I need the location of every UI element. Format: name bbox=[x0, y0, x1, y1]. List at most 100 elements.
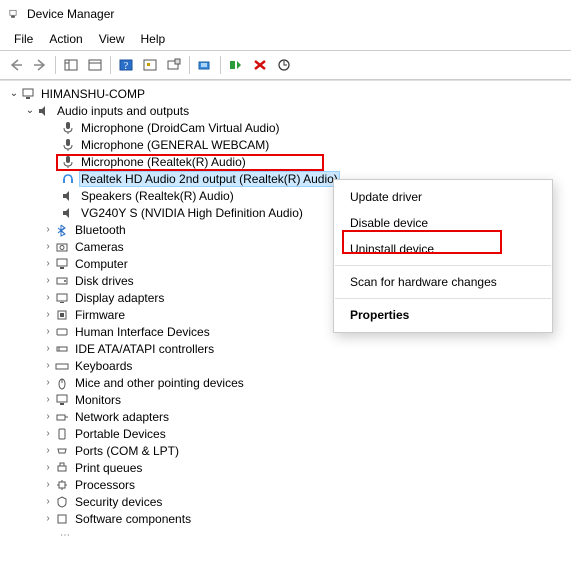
expand-arrow-icon[interactable]: › bbox=[42, 241, 54, 252]
category-icon bbox=[54, 307, 70, 323]
button-7[interactable] bbox=[162, 54, 186, 76]
expand-arrow-icon[interactable]: › bbox=[42, 513, 54, 524]
node-label: VG240Y S (NVIDIA High Definition Audio) bbox=[79, 205, 305, 221]
context-uninstall-device[interactable]: Uninstall device bbox=[334, 236, 552, 262]
node-label: Portable Devices bbox=[73, 426, 168, 442]
tree-item-audio-0[interactable]: Microphone (DroidCam Virtual Audio) bbox=[2, 119, 569, 136]
category-icon bbox=[54, 290, 70, 306]
menu-file[interactable]: File bbox=[6, 30, 41, 48]
node-label: Computer bbox=[73, 256, 130, 272]
window-title: Device Manager bbox=[27, 7, 114, 21]
category-icon bbox=[54, 273, 70, 289]
expand-arrow-icon[interactable]: › bbox=[42, 445, 54, 456]
microphone-icon bbox=[60, 137, 76, 153]
node-label: Speakers (Realtek(R) Audio) bbox=[79, 188, 236, 204]
tree-item-audio-2[interactable]: Microphone (Realtek(R) Audio) bbox=[2, 153, 569, 170]
expand-arrow-icon[interactable]: ⌄ bbox=[24, 105, 36, 116]
tree-category-ide-ata-atapi-controllers[interactable]: › IDE ATA/ATAPI controllers bbox=[2, 340, 569, 357]
category-icon bbox=[54, 494, 70, 510]
tree-item-audio-1[interactable]: Microphone (GENERAL WEBCAM) bbox=[2, 136, 569, 153]
context-scan-hardware[interactable]: Scan for hardware changes bbox=[334, 269, 552, 295]
expand-arrow-icon[interactable]: › bbox=[42, 360, 54, 371]
expand-arrow-icon[interactable]: › bbox=[42, 224, 54, 235]
enable-device-button[interactable] bbox=[224, 54, 248, 76]
context-properties[interactable]: Properties bbox=[334, 302, 552, 328]
node-label: Audio inputs and outputs bbox=[55, 103, 191, 119]
button-6[interactable] bbox=[138, 54, 162, 76]
node-label: Realtek HD Audio 2nd output (Realtek(R) … bbox=[79, 171, 340, 187]
category-icon bbox=[54, 477, 70, 493]
node-label: Monitors bbox=[73, 392, 123, 408]
category-icon bbox=[54, 392, 70, 408]
node-label: Disk drives bbox=[73, 273, 136, 289]
menu-view[interactable]: View bbox=[91, 30, 133, 48]
expand-arrow-icon[interactable]: › bbox=[42, 326, 54, 337]
context-menu: Update driver Disable device Uninstall d… bbox=[333, 179, 553, 333]
node-label: Software components bbox=[73, 511, 193, 527]
expand-arrow-icon[interactable]: › bbox=[42, 496, 54, 507]
menubar: File Action View Help bbox=[0, 28, 571, 50]
properties-button[interactable] bbox=[83, 54, 107, 76]
menu-help[interactable]: Help bbox=[133, 30, 174, 48]
tree-category-ports-com-lpt-[interactable]: › Ports (COM & LPT) bbox=[2, 442, 569, 459]
node-label: Network adapters bbox=[73, 409, 171, 425]
headphone-icon bbox=[60, 171, 76, 187]
tree-category-monitors[interactable]: › Monitors bbox=[2, 391, 569, 408]
tree-category-keyboards[interactable]: ›Keyboards bbox=[2, 357, 569, 374]
menu-separator bbox=[335, 265, 551, 266]
computer-icon bbox=[20, 86, 36, 102]
expand-arrow-icon[interactable]: › bbox=[42, 411, 54, 422]
node-label: Security devices bbox=[73, 494, 164, 510]
category-icon bbox=[54, 409, 70, 425]
tree-category-network-adapters[interactable]: › Network adapters bbox=[2, 408, 569, 425]
expand-arrow-icon[interactable]: › bbox=[42, 258, 54, 269]
node-label: Cameras bbox=[73, 239, 126, 255]
expand-arrow-icon[interactable]: › bbox=[42, 309, 54, 320]
node-label: Processors bbox=[73, 477, 137, 493]
node-label: IDE ATA/ATAPI controllers bbox=[73, 341, 216, 357]
category-icon bbox=[54, 426, 70, 442]
category-icon bbox=[54, 324, 70, 340]
show-hide-tree-button[interactable] bbox=[59, 54, 83, 76]
forward-button[interactable] bbox=[28, 54, 52, 76]
node-label: HIMANSHU-COMP bbox=[39, 86, 147, 102]
expand-arrow-icon[interactable]: ⌄ bbox=[8, 88, 20, 99]
menu-separator bbox=[335, 298, 551, 299]
node-label: Microphone (GENERAL WEBCAM) bbox=[79, 137, 271, 153]
tree-category-processors[interactable]: › Processors bbox=[2, 476, 569, 493]
node-label: Mice and other pointing devices bbox=[73, 375, 246, 391]
expand-arrow-icon[interactable]: › bbox=[42, 292, 54, 303]
expand-arrow-icon[interactable]: › bbox=[42, 428, 54, 439]
tree-category-print-queues[interactable]: ›Print queues bbox=[2, 459, 569, 476]
expand-arrow-icon[interactable]: › bbox=[42, 275, 54, 286]
back-button[interactable] bbox=[4, 54, 28, 76]
expand-arrow-icon[interactable]: › bbox=[42, 394, 54, 405]
menu-action[interactable]: Action bbox=[41, 30, 90, 48]
context-update-driver[interactable]: Update driver bbox=[334, 184, 552, 210]
expand-arrow-icon[interactable]: › bbox=[42, 462, 54, 473]
node-label: Bluetooth bbox=[73, 222, 128, 238]
node-label: Ports (COM & LPT) bbox=[73, 443, 181, 459]
expand-arrow-icon[interactable]: › bbox=[42, 377, 54, 388]
microphone-icon bbox=[60, 120, 76, 136]
tree-category-mice-and-other-pointing-devices[interactable]: › Mice and other pointing devices bbox=[2, 374, 569, 391]
tree-category-security-devices[interactable]: › Security devices bbox=[2, 493, 569, 510]
category-icon bbox=[54, 443, 70, 459]
expand-arrow-icon[interactable]: › bbox=[42, 343, 54, 354]
category-icon bbox=[54, 511, 70, 527]
node-label: Display adapters bbox=[73, 290, 166, 306]
expand-arrow-icon[interactable]: › bbox=[42, 479, 54, 490]
context-disable-device[interactable]: Disable device bbox=[334, 210, 552, 236]
tree-category-software-components[interactable]: › Software components bbox=[2, 510, 569, 527]
help-button[interactable]: ? bbox=[114, 54, 138, 76]
uninstall-device-button[interactable] bbox=[248, 54, 272, 76]
category-icon bbox=[54, 222, 70, 238]
speaker-icon bbox=[60, 188, 76, 204]
scan-hardware-button[interactable] bbox=[272, 54, 296, 76]
tree-category-portable-devices[interactable]: › Portable Devices bbox=[2, 425, 569, 442]
tree-root-node[interactable]: ⌄ HIMANSHU-COMP bbox=[2, 85, 569, 102]
node-label: Microphone (DroidCam Virtual Audio) bbox=[79, 120, 282, 136]
device-tree[interactable]: ⌄ HIMANSHU-COMP ⌄ Audio inputs and outpu… bbox=[0, 80, 571, 565]
tree-category-audio[interactable]: ⌄ Audio inputs and outputs bbox=[2, 102, 569, 119]
update-driver-button[interactable] bbox=[193, 54, 217, 76]
